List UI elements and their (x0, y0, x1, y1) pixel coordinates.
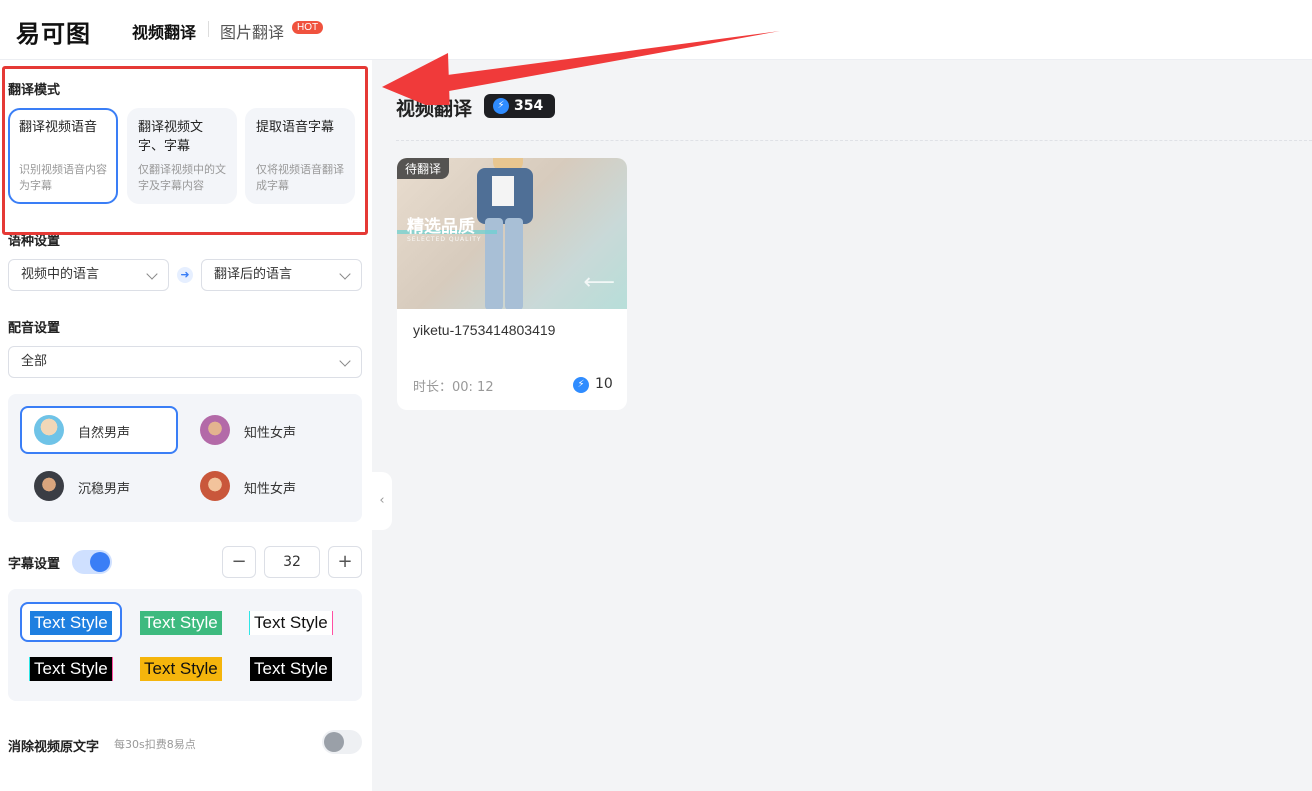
lightning-icon: ⚡ (493, 98, 509, 114)
logo[interactable]: 易可图 (16, 14, 91, 49)
style-preview: Text Style (30, 611, 112, 635)
toggle-knob (90, 552, 110, 572)
translate-mode-title: 翻译模式 (8, 83, 61, 98)
chevron-down-icon (339, 268, 351, 280)
divider (396, 140, 1312, 141)
status-badge: 待翻译 (397, 158, 450, 179)
top-bar: 易可图 视频翻译 图片翻译 HOT (0, 0, 1312, 60)
video-duration: 时长：00: 12 (413, 380, 494, 395)
remove-text-hint: 每30s扣费8易点 (114, 738, 196, 751)
voice-label: 知性女声 (244, 426, 297, 441)
mode-card-extract[interactable]: 提取语音字幕 仅将视频语音翻译成字幕 (245, 108, 355, 204)
avatar (34, 471, 64, 501)
video-name: yiketu-1753414803419 (413, 322, 556, 338)
voice-option[interactable]: 知性女声 (186, 406, 344, 454)
subtitle-toggle[interactable] (72, 550, 112, 574)
avatar (200, 415, 230, 445)
font-size-input[interactable]: 32 (264, 546, 320, 578)
mode-card-title: 提取语音字幕 (256, 120, 335, 135)
model-jeans-right (505, 218, 523, 309)
hot-badge: HOT (292, 21, 324, 34)
collapse-sidebar-button[interactable]: ‹ (372, 472, 392, 530)
voice-panel: 自然男声 知性女声 沉稳男声 知性女声 (8, 394, 362, 522)
voice-label: 自然男声 (78, 426, 131, 441)
nav-divider (208, 21, 209, 37)
style-preview: Text Style (140, 657, 222, 681)
toggle-knob (324, 732, 344, 752)
subtitle-style-option[interactable]: Text Style (240, 602, 342, 642)
font-size-decrease-button[interactable]: − (222, 546, 256, 578)
avatar (200, 471, 230, 501)
mode-card-desc: 仅将视频语音翻译成字幕 (256, 163, 344, 192)
mode-card-voice[interactable]: 翻译视频语音 识别视频语音内容为字幕 (8, 108, 118, 204)
voice-label: 知性女声 (244, 482, 297, 497)
language-settings-title: 语种设置 (8, 234, 61, 249)
style-preview: Text Style (140, 611, 222, 635)
voice-option[interactable]: 沉稳男声 (20, 462, 178, 510)
arrow-left-icon: ⟵ (583, 270, 615, 295)
page-title: 视频翻译 (396, 98, 473, 120)
style-preview: Text Style (30, 657, 112, 681)
video-cost: ⚡ 10 (573, 376, 613, 393)
avatar (34, 415, 64, 445)
model-shirt (492, 176, 514, 206)
voice-option[interactable]: 自然男声 (20, 406, 178, 454)
subtitle-style-option[interactable]: Text Style (240, 648, 342, 688)
remove-text-title: 消除视频原文字 (8, 740, 100, 755)
mode-card-text[interactable]: 翻译视频文字、字幕 仅翻译视频中的文字及字幕内容 (127, 108, 237, 204)
thumbnail-subtitle: SELECTED QUALITY (407, 236, 482, 243)
credit-balance-value: 354 (514, 98, 544, 114)
mode-card-desc: 仅翻译视频中的文字及字幕内容 (138, 163, 226, 192)
chevron-down-icon (339, 355, 351, 367)
thumbnail-title: 精选品质 (407, 217, 475, 237)
video-cost-value: 10 (595, 376, 613, 392)
tab-video-translate[interactable]: 视频翻译 (132, 19, 196, 43)
subtitle-style-option[interactable]: Text Style (20, 648, 122, 688)
voice-filter-select[interactable]: 全部 (8, 346, 362, 378)
subtitle-style-option[interactable]: Text Style (20, 602, 122, 642)
credit-balance-badge: ⚡ 354 (484, 94, 556, 118)
mode-card-desc: 识别视频语音内容为字幕 (19, 163, 107, 192)
voice-filter-value: 全部 (21, 354, 48, 369)
sidebar: 翻译模式 翻译视频语音 识别视频语音内容为字幕 翻译视频文字、字幕 仅翻译视频中… (0, 60, 372, 791)
subtitle-style-panel: Text Style Text Style Text Style Text St… (8, 589, 362, 701)
lightning-icon: ⚡ (573, 377, 589, 393)
subtitle-settings-title: 字幕设置 (8, 557, 61, 572)
voice-option[interactable]: 知性女声 (186, 462, 344, 510)
target-language-select[interactable]: 翻译后的语言 (201, 259, 362, 291)
voice-label: 沉稳男声 (78, 482, 131, 497)
dubbing-settings-title: 配音设置 (8, 321, 61, 336)
subtitle-style-option[interactable]: Text Style (130, 648, 232, 688)
video-card[interactable]: 待翻译 精选品质 SELECTED QUALITY ⟵ yiketu-17534… (397, 158, 627, 410)
arrow-right-icon: ➜ (177, 267, 193, 283)
font-size-increase-button[interactable]: + (328, 546, 362, 578)
mode-card-title: 翻译视频语音 (19, 120, 98, 135)
target-language-placeholder: 翻译后的语言 (214, 267, 293, 282)
subtitle-style-option[interactable]: Text Style (130, 602, 232, 642)
style-preview: Text Style (250, 657, 332, 681)
chevron-left-icon: ‹ (379, 493, 385, 508)
source-language-select[interactable]: 视频中的语言 (8, 259, 169, 291)
style-preview: Text Style (250, 611, 332, 635)
mode-card-title: 翻译视频文字、字幕 (138, 120, 204, 154)
source-language-placeholder: 视频中的语言 (21, 267, 100, 282)
chevron-down-icon (146, 268, 158, 280)
tab-image-translate[interactable]: 图片翻译 (220, 19, 284, 43)
remove-text-toggle[interactable] (322, 730, 362, 754)
video-thumbnail: 待翻译 精选品质 SELECTED QUALITY ⟵ (397, 158, 627, 309)
